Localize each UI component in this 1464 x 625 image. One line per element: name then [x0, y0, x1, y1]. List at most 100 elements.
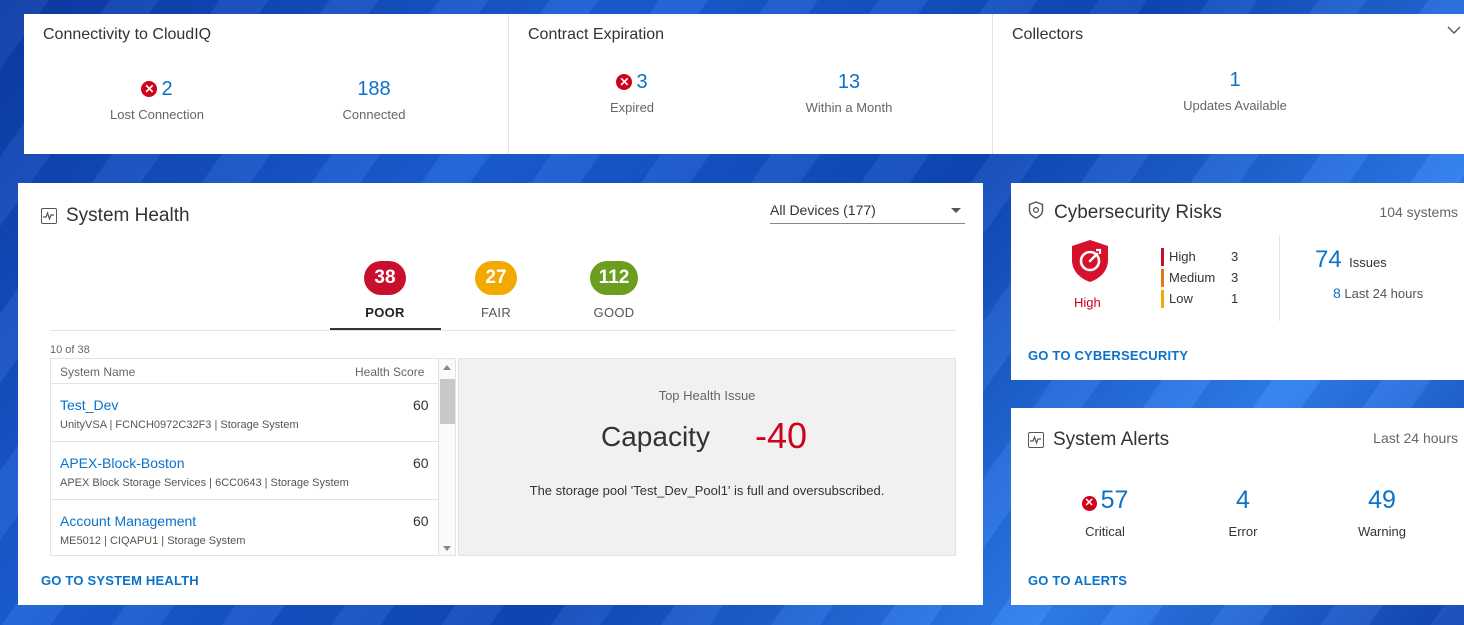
connectivity-section: Connectivity to CloudIQ ✕ 2 Lost Connecti… [24, 14, 508, 154]
top-health-issue-title: Top Health Issue [658, 388, 756, 403]
tab-divider [50, 330, 956, 331]
expired-label: Expired [609, 100, 655, 115]
warning-value: 49 [1368, 486, 1396, 514]
issues-last-24h[interactable]: 8 Last 24 hours [1333, 285, 1423, 301]
scroll-up-icon[interactable] [443, 365, 451, 370]
table-row[interactable]: APEX-Block-Boston APEX Block Storage Ser… [51, 442, 455, 500]
system-health-header: System Health [41, 205, 190, 227]
issues-last-label: Last 24 hours [1344, 286, 1424, 301]
system-list: System Name Health Score Test_Dev UnityV… [50, 358, 456, 556]
chevron-down-icon[interactable] [1447, 22, 1461, 38]
fair-count-badge: 27 [475, 261, 517, 295]
lost-connection-value: 2 [161, 78, 173, 100]
tab-good[interactable]: 112 GOOD [559, 261, 669, 320]
tab-fair-label: FAIR [480, 305, 512, 320]
scroll-down-icon[interactable] [443, 546, 451, 551]
tab-poor-label: POOR [365, 305, 405, 320]
connected-value: 188 [357, 78, 391, 100]
updates-metric[interactable]: 1 Updates Available [1135, 69, 1335, 113]
cybersecurity-card: Cybersecurity Risks 104 systems High Hig… [1011, 183, 1464, 380]
contract-title: Contract Expiration [528, 26, 665, 43]
within-month-value: 13 [837, 71, 861, 93]
updates-value: 1 [1229, 69, 1241, 91]
risk-medium-label: Medium [1169, 270, 1216, 285]
lost-connection-metric[interactable]: ✕ 2 Lost Connection [57, 78, 257, 122]
warning-label: Warning [1358, 524, 1406, 539]
issue-impact: -40 [755, 415, 808, 456]
x-circle-icon: ✕ [141, 81, 158, 97]
risk-low-row: Low 1 [1161, 290, 1251, 308]
issues-label: Issues [1349, 255, 1387, 270]
system-health-card: System Health All Devices (177) 38 POOR … [18, 183, 983, 605]
risk-medium-row: Medium 3 [1161, 269, 1251, 287]
lost-connection-label: Lost Connection [110, 107, 204, 122]
high-level-bar [1161, 248, 1164, 266]
result-count: 10 of 38 [50, 344, 90, 356]
risk-level-label: High [1074, 295, 1101, 310]
system-alerts-title: System Alerts [1053, 429, 1170, 450]
summary-card: Connectivity to CloudIQ ✕ 2 Lost Connecti… [24, 14, 1464, 154]
table-row[interactable]: Account Management ME5012 | CIQAPU1 | St… [51, 500, 455, 555]
issues-value: 74 [1315, 246, 1342, 273]
system-name-link[interactable]: Test_Dev [60, 397, 118, 413]
issue-description: The storage pool 'Test_Dev_Pool1' is ful… [529, 483, 885, 498]
system-details: APEX Block Storage Services | 6CC0643 | … [60, 477, 349, 489]
column-health-score[interactable]: Health Score [355, 365, 424, 379]
cybersecurity-header: Cybersecurity Risks [1028, 201, 1222, 225]
updates-label: Updates Available [1183, 98, 1287, 113]
go-to-cybersecurity-link[interactable]: GO TO CYBERSECURITY [1028, 348, 1188, 363]
critical-value: 57 [1100, 486, 1129, 514]
go-to-system-health-link[interactable]: GO TO SYSTEM HEALTH [41, 573, 199, 588]
issues-metric[interactable]: 74 Issues [1315, 246, 1387, 274]
alerts-period: Last 24 hours [1373, 430, 1458, 446]
warning-alerts-metric[interactable]: 49 Warning [1312, 486, 1452, 539]
x-circle-icon: ✕ [616, 74, 633, 90]
risk-high-value: 3 [1231, 249, 1239, 264]
good-count-badge: 112 [589, 261, 639, 295]
expired-metric[interactable]: ✕ 3 Expired [532, 71, 732, 115]
system-details: ME5012 | CIQAPU1 | Storage System [60, 535, 246, 547]
x-circle-icon: ✕ [1081, 496, 1097, 511]
within-month-metric[interactable]: 13 Within a Month [749, 71, 949, 115]
error-label: Error [1228, 524, 1258, 539]
system-name-link[interactable]: APEX-Block-Boston [60, 455, 185, 471]
caret-down-icon [951, 208, 961, 213]
connectivity-title: Connectivity to CloudIQ [43, 26, 212, 43]
active-tab-indicator [330, 328, 441, 330]
pulse-icon [41, 208, 57, 224]
cybersecurity-title: Cybersecurity Risks [1054, 202, 1222, 223]
scroll-thumb[interactable] [440, 379, 455, 424]
tab-fair[interactable]: 27 FAIR [441, 261, 551, 320]
tab-good-label: GOOD [593, 305, 635, 320]
top-health-issue-panel: Top Health Issue Capacity -40 The storag… [458, 358, 956, 556]
connected-label: Connected [342, 107, 406, 122]
risk-medium-value: 3 [1231, 270, 1239, 285]
system-health-title: System Health [66, 205, 190, 226]
collectors-title[interactable]: Collectors [1012, 26, 1083, 44]
medium-level-bar [1161, 269, 1164, 287]
risk-high-label: High [1169, 249, 1196, 264]
device-filter-dropdown[interactable]: All Devices (177) [770, 202, 965, 224]
error-value: 4 [1236, 486, 1250, 514]
cyber-divider [1279, 235, 1280, 321]
shield-icon [1028, 201, 1044, 225]
systems-count: 104 systems [1379, 204, 1458, 220]
health-score: 60 [413, 513, 429, 529]
system-name-link[interactable]: Account Management [60, 513, 196, 529]
within-month-label: Within a Month [805, 100, 893, 115]
list-scrollbar[interactable] [438, 359, 455, 555]
table-row[interactable]: Test_Dev UnityVSA | FCNCH0972C32F3 | Sto… [51, 384, 455, 442]
critical-alerts-metric[interactable]: ✕ 57 Critical [1035, 486, 1175, 539]
go-to-alerts-link[interactable]: GO TO ALERTS [1028, 573, 1127, 588]
issues-last-value: 8 [1333, 285, 1341, 301]
risk-shield-icon [1070, 239, 1110, 288]
tab-poor[interactable]: 38 POOR [330, 261, 440, 320]
system-details: UnityVSA | FCNCH0972C32F3 | Storage Syst… [60, 419, 299, 431]
expired-value: 3 [636, 71, 648, 93]
low-level-bar [1161, 290, 1164, 308]
system-alerts-card: System Alerts Last 24 hours ✕ 57 Critical… [1011, 408, 1464, 605]
column-system-name[interactable]: System Name [60, 365, 135, 379]
error-alerts-metric[interactable]: 4 Error [1173, 486, 1313, 539]
system-alerts-header: System Alerts [1028, 429, 1169, 451]
connected-metric[interactable]: 188 Connected [274, 78, 474, 122]
